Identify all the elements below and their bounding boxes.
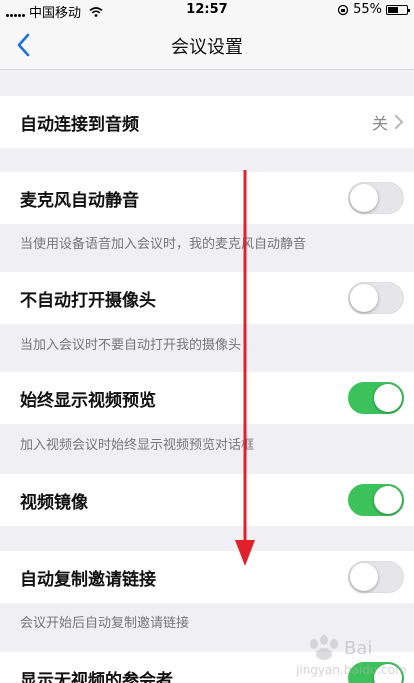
mic-auto-mute-toggle[interactable] [348, 182, 404, 214]
setting-row-copy-invite-link: 自动复制邀请链接 [0, 551, 414, 603]
setting-label: 自动连接到音频 [20, 114, 139, 135]
setting-row-video-mirror: 视频镜像 [0, 474, 414, 526]
status-right: 55% [337, 2, 410, 17]
baidu-watermark-logo: Bai jingyan.baidu.com [295, 635, 407, 677]
setting-control [348, 182, 404, 214]
video-preview-toggle[interactable] [348, 382, 404, 414]
setting-row-mic-auto-mute: 麦克风自动静音 [0, 172, 414, 224]
setting-row-video-preview: 始终显示视频预览 [0, 372, 414, 424]
rotation-lock-icon [337, 4, 349, 15]
setting-label: 不自动打开摄像头 [20, 290, 156, 311]
setting-control [348, 282, 404, 314]
status-bar: 中国移动 12:57 55% [0, 0, 414, 21]
setting-label: 视频镜像 [20, 492, 88, 513]
watermark-text: jingyan.baidu.com [295, 663, 407, 677]
copy-invite-link-toggle[interactable] [348, 561, 404, 593]
setting-label: 始终显示视频预览 [20, 390, 156, 411]
setting-label: 麦克风自动静音 [20, 190, 139, 211]
nav-bar: 会议设置 [0, 20, 414, 70]
battery-percent: 55% [353, 2, 382, 17]
setting-control [348, 484, 404, 516]
setting-value: 关 [371, 114, 388, 133]
video-mirror-toggle[interactable] [348, 484, 404, 516]
chevron-right-icon [395, 115, 404, 129]
setting-control [348, 382, 404, 414]
setting-description: 加入视频会议时始终显示视频预览对话框 [20, 438, 255, 453]
setting-description: 当使用设备语音加入会议时，我的麦克风自动静音 [20, 237, 307, 252]
setting-control [348, 561, 404, 593]
setting-label: 自动复制邀请链接 [20, 569, 156, 590]
setting-label: 显示无视频的参会者 [20, 670, 173, 683]
setting-description: 当加入会议时不要自动打开我的摄像头 [20, 338, 242, 353]
battery-fill [388, 6, 398, 13]
page-title: 会议设置 [171, 37, 243, 58]
camera-off-toggle[interactable] [348, 282, 404, 314]
svg-text:Bai: Bai [344, 638, 372, 659]
setting-row-camera-off: 不自动打开摄像头 [0, 272, 414, 324]
setting-value-group: 关 [372, 110, 404, 134]
battery-icon [386, 4, 410, 15]
setting-row-auto-connect-audio[interactable]: 自动连接到音频 关 [0, 96, 414, 148]
annotation-arrow-icon [235, 170, 255, 566]
setting-description: 会议开始后自动复制邀请链接 [20, 616, 190, 631]
